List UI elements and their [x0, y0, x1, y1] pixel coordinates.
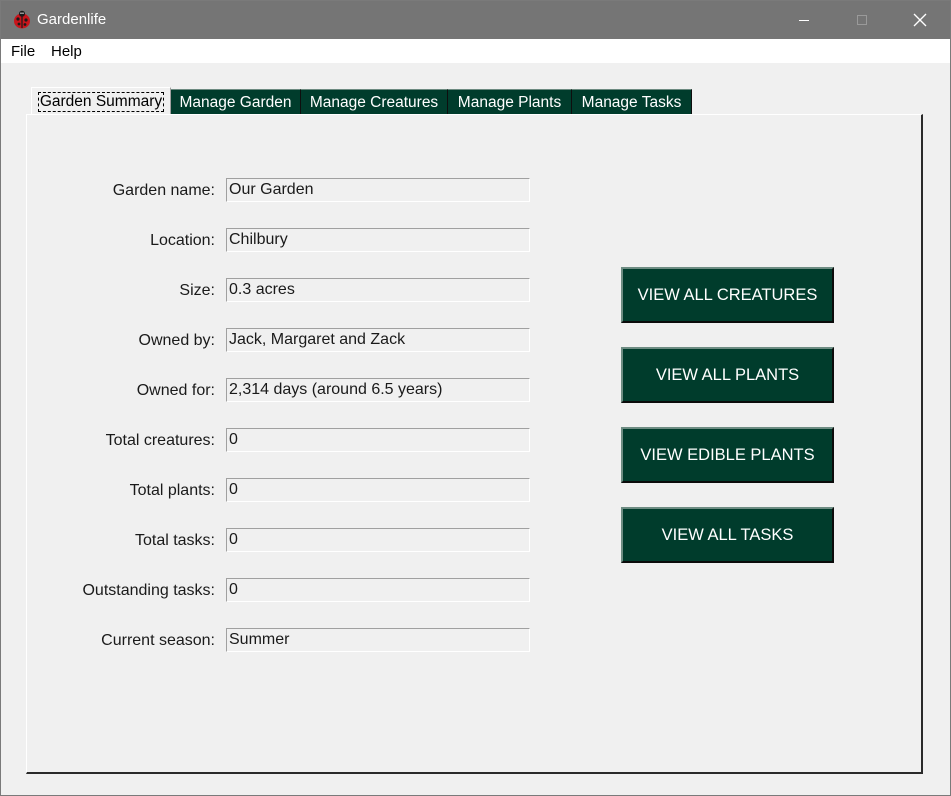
summary-layer: Garden name: Our Garden Location: Chilbu… — [0, 0, 951, 796]
total-tasks-field[interactable]: 0 — [226, 528, 530, 552]
garden-name-label: Garden name: — [112, 182, 215, 199]
view-edible-plants-button[interactable]: VIEW EDIBLE PLANTS — [621, 427, 834, 483]
owned-by-label: Owned by: — [138, 332, 215, 349]
total-plants-field[interactable]: 0 — [226, 478, 530, 502]
total-creatures-field[interactable]: 0 — [226, 428, 530, 452]
view-all-plants-button[interactable]: VIEW ALL PLANTS — [621, 347, 834, 403]
outstanding-tasks-field[interactable]: 0 — [226, 578, 530, 602]
total-plants-label: Total plants: — [129, 482, 215, 499]
owned-for-field[interactable]: 2,314 days (around 6.5 years) — [226, 378, 530, 402]
current-season-label: Current season: — [101, 632, 215, 649]
total-tasks-label: Total tasks: — [134, 532, 215, 549]
size-field[interactable]: 0.3 acres — [226, 278, 530, 302]
owned-for-label: Owned for: — [136, 382, 215, 399]
owned-by-field[interactable]: Jack, Margaret and Zack — [226, 328, 530, 352]
size-label: Size: — [179, 282, 215, 299]
view-all-tasks-button[interactable]: VIEW ALL TASKS — [621, 507, 834, 563]
location-label: Location: — [150, 232, 215, 249]
garden-name-field[interactable]: Our Garden — [226, 178, 530, 202]
location-field[interactable]: Chilbury — [226, 228, 530, 252]
outstanding-tasks-label: Outstanding tasks: — [82, 582, 215, 599]
view-all-creatures-button[interactable]: VIEW ALL CREATURES — [621, 267, 834, 323]
total-creatures-label: Total creatures: — [105, 432, 215, 449]
current-season-field[interactable]: Summer — [226, 628, 530, 652]
